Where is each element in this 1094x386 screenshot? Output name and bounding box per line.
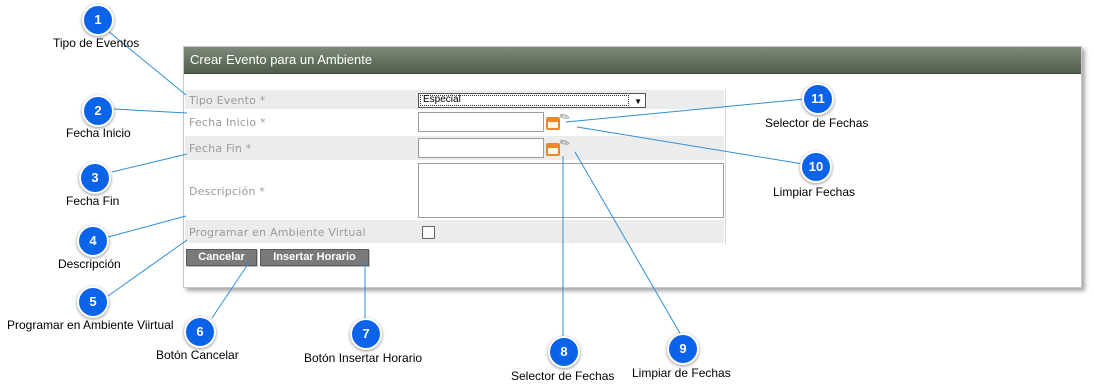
callout-badge-8: 8 (548, 336, 580, 368)
callout-badge-7: 7 (350, 318, 382, 350)
callout-badge-2: 2 (82, 95, 114, 127)
callout-badge-10: 10 (800, 151, 832, 183)
callout-badge-4: 4 (77, 225, 109, 257)
callout-badge-6: 6 (184, 316, 216, 348)
callout-label-11: Selector de Fechas (765, 116, 869, 130)
callout-badge-11: 11 (802, 83, 834, 115)
callout-label-3: Fecha Fin (66, 194, 120, 208)
callout-badge-9: 9 (667, 333, 699, 365)
callout-label-2: Fecha Inicio (66, 126, 131, 140)
callout-badge-3: 3 (79, 162, 111, 194)
callout-label-1: Tipo de Eventos (53, 36, 140, 50)
leader-line-3 (111, 153, 188, 173)
callout-label-4: Descripción (58, 257, 121, 271)
callout-label-7: Botón Insertar Horario (304, 351, 423, 365)
callout-label-5: Programar en Ambiente Viirtual (7, 318, 174, 332)
callout-label-8: Selector de Fechas (511, 369, 615, 383)
callout-badge-1: 1 (82, 4, 114, 36)
callout-label-9: Limpiar de Fechas (632, 366, 731, 380)
leader-line-2 (113, 108, 188, 114)
leader-line-10 (576, 126, 804, 165)
callout-label-10: Limpiar Fechas (773, 185, 856, 199)
leader-line-9 (574, 151, 682, 336)
leader-line-4 (107, 215, 187, 238)
callout-label-6: Botón Cancelar (156, 348, 239, 362)
leader-line-6 (211, 260, 251, 319)
callout-badge-5: 5 (77, 286, 109, 318)
